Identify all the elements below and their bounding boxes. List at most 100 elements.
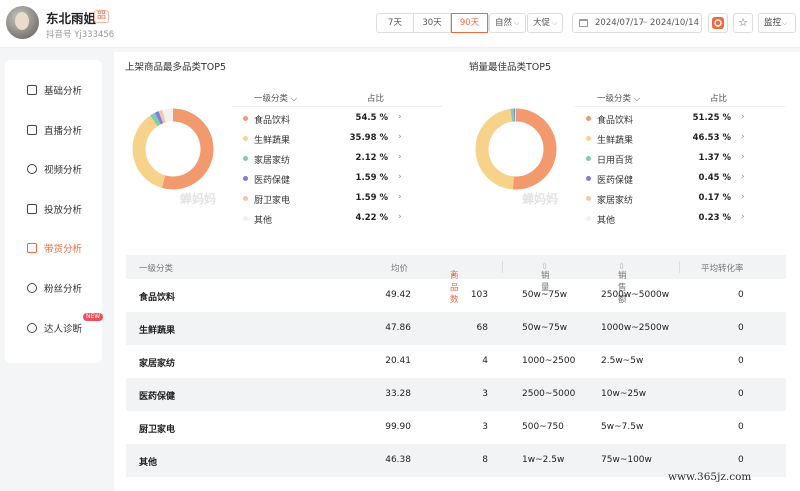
sidebar-item-live[interactable]: 直播分析 [5,120,102,140]
legend-value: 0.23 % [698,213,731,223]
promo-type-select[interactable]: 大促 ⌵ [527,13,563,33]
cell-sales-amount: 2.5w~5w [601,356,644,366]
legend-item[interactable]: 食品饮料 51.25 % › [575,109,785,129]
chevron-right-icon[interactable]: › [398,132,402,142]
col-sales-amount[interactable]: 销售额 ⇳ [618,262,627,305]
date-range-picker[interactable]: 2024/07/17 ~ 2024/10/14 [572,13,702,33]
site-watermark: www.365jz.com [668,471,752,483]
legend-item[interactable]: 食品饮料 54.5 % › [232,109,442,129]
traffic-type-select[interactable]: 自然 ⌵ [489,13,526,33]
cell-avg-conversion: 0 [738,323,744,333]
legend-value: 4.22 % [355,213,388,223]
donut-slice[interactable] [512,108,557,190]
sidebar-item-video[interactable]: 视频分析 [5,159,102,179]
legend-dot [586,176,591,181]
donut-slice[interactable] [475,108,515,190]
chevron-down-icon: ⌵ [782,19,788,27]
cell-product-count: 8 [482,455,488,465]
chevron-right-icon[interactable]: › [398,192,402,202]
table-row[interactable]: 生鲜蔬果 47.86 68 50w~75w 1000w~2500w 0 [126,312,786,345]
chevron-right-icon[interactable]: › [398,212,402,222]
legend-item[interactable]: 医药保健 0.45 % › [575,169,785,189]
legend-item[interactable]: 生鲜蔬果 46.53 % › [575,129,785,149]
chevron-right-icon[interactable]: › [741,192,745,202]
cell-category: 食品饮料 [139,293,176,303]
donut-slice[interactable] [162,108,174,123]
legend-col-share: 占比 [367,94,385,104]
chevron-right-icon[interactable]: › [741,212,745,222]
left-legend: 一级分类 ⌵ 占比 食品饮料 54.5 % › 生鲜蔬果 35.98 % › 家居家纺 2.1… [232,89,442,229]
legend-item[interactable]: 生鲜蔬果 35.98 % › [232,129,442,149]
chevron-down-icon: ⌵ [552,19,558,27]
legend-label: 其他 [254,216,273,226]
legend-item[interactable]: 其他 4.22 % › [232,209,442,229]
cell-sales-volume: 500~750 [522,422,564,432]
col-sales-volume[interactable]: 销量 ⇳ [541,262,550,293]
cell-sales-volume: 1000~2500 [522,356,576,366]
range-30d-button[interactable]: 30天 [414,14,451,32]
monitor-button[interactable]: 监控⌵ [758,13,796,33]
fans-icon [27,283,37,293]
donut-slice[interactable] [161,108,214,190]
donut-slice[interactable] [154,111,164,125]
chevron-right-icon[interactable]: › [398,172,402,182]
cell-sales-volume: 50w~75w [522,290,568,300]
table-row[interactable]: 食品饮料 49.42 103 50w~75w 2500w~5000w 0 [126,279,786,312]
legend-item[interactable]: 家居家纺 2.12 % › [232,149,442,169]
favorite-button[interactable]: ☆ [733,13,753,33]
legend-item[interactable]: 日用百货 1.37 % › [575,149,785,169]
cell-product-count: 68 [476,323,488,333]
legend-item[interactable]: 其他 0.23 % › [575,209,785,229]
legend-value: 54.5 % [355,113,388,123]
legend-item[interactable]: 家居家纺 0.17 % › [575,189,785,209]
legend-header: 一级分类 ⌵ 占比 [232,89,442,107]
chart-icon [27,85,37,95]
watermark: 蝉妈妈 [522,192,559,206]
legend-label: 生鲜蔬果 [597,136,634,146]
chevron-right-icon[interactable]: › [398,112,402,122]
cell-sales-amount: 75w~100w [601,455,652,465]
donut-slice[interactable] [132,115,166,188]
legend-dot [586,216,591,221]
legend-item[interactable]: 厨卫家电 1.59 % › [232,189,442,209]
legend-col-share: 占比 [710,94,728,104]
legend-dot [243,156,248,161]
table-row[interactable]: 厨卫家电 99.90 3 500~750 5w~7.5w 0 [126,411,786,444]
cell-sales-amount: 10w~25w [601,389,647,399]
chevron-right-icon[interactable]: › [741,132,745,142]
streamer-name: 东北雨姐 [46,11,97,26]
calendar-icon [579,19,588,27]
sidebar-item-fans[interactable]: 粉丝分析 [5,278,102,298]
legend-col-category[interactable]: 一级分类 ⌵ [254,92,297,104]
date-separator: ~ [641,18,649,28]
sidebar-item-promotion[interactable]: 投放分析 [5,199,102,219]
cell-sales-amount: 1000w~2500w [601,323,670,333]
legend-item[interactable]: 医药保健 1.59 % › [232,169,442,189]
range-90d-button[interactable]: 90天 [451,13,488,33]
chevron-right-icon[interactable]: › [741,172,745,182]
sidebar-item-diagnosis[interactable]: 达人诊断 NEW [5,313,104,338]
sidebar-item-basic[interactable]: 基础分析 [5,80,102,100]
table-row[interactable]: 家居家纺 20.41 4 1000~2500 2.5w~5w 0 [126,345,786,378]
share-button[interactable] [708,13,728,33]
range-7d-button[interactable]: 7天 [377,14,414,32]
sidebar-item-label: 粉丝分析 [44,284,83,295]
sidebar-item-sales[interactable]: 带货分析 [5,238,102,258]
monitor-label: 监控 [764,18,782,28]
legend-label: 家居家纺 [254,156,291,166]
account-id: 抖音号 Yj333456 [46,30,115,40]
legend-label: 食品饮料 [254,116,291,126]
donut-slice[interactable] [158,109,166,124]
cell-avg-price: 99.90 [385,422,411,432]
chevron-down-icon: ⌵ [514,19,520,27]
chevron-right-icon[interactable]: › [741,152,745,162]
divider [502,261,503,273]
chevron-right-icon[interactable]: › [398,152,402,162]
legend-col-category[interactable]: 一级分类 ⌵ [597,92,640,104]
donut-slice[interactable] [150,112,161,127]
avatar[interactable] [6,6,39,39]
chevron-right-icon[interactable]: › [741,112,745,122]
top-header: 东北雨姐 㗊 抖音号 Yj333456 7天 30天 90天 自然 ⌵ 大促 ⌵ 2… [0,0,800,48]
cell-avg-price: 49.42 [385,290,411,300]
table-row[interactable]: 医药保健 33.28 3 2500~5000 10w~25w 0 [126,378,786,411]
